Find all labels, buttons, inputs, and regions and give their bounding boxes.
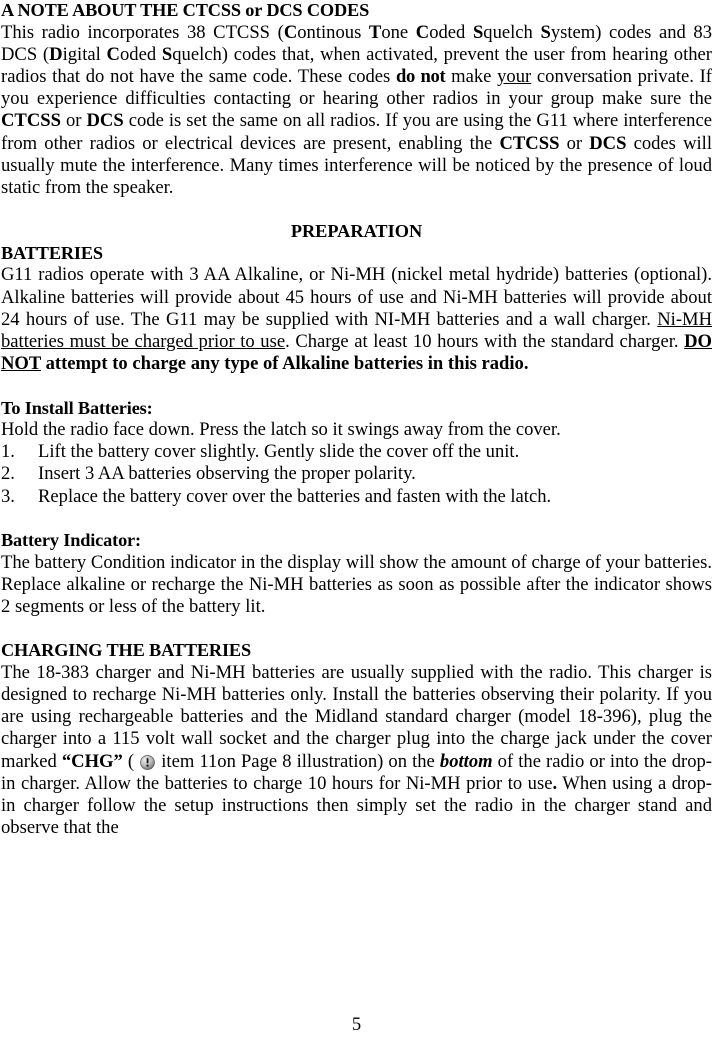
exclamation-circle-icon <box>140 754 156 770</box>
heading-batteries: BATTERIES <box>1 242 103 263</box>
document-page: A NOTE ABOUT THE CTCSS or DCS CODES This… <box>0 0 713 1049</box>
text-run: or <box>559 132 590 154</box>
emphasis-t: T <box>368 21 382 43</box>
emphasis-do-not: do not <box>396 65 446 87</box>
text-run: make <box>445 65 498 87</box>
heading-install-batteries: To Install Batteries: <box>1 397 153 418</box>
emphasis-dcs-2: DCS <box>589 132 627 154</box>
list-item-number: 1. <box>1 441 15 463</box>
paragraph-batteries: G11 radios operate with 3 AA Alkaline, o… <box>1 264 712 375</box>
text-run: This radio incorporates 38 CTCSS ( <box>1 21 284 43</box>
text-run: ( <box>122 750 140 772</box>
list-item-number: 3. <box>1 485 15 507</box>
text-run: or <box>60 110 87 132</box>
paragraph-install-intro: Hold the radio face down. Press the latc… <box>1 419 561 441</box>
paragraph-battery-indicator: The battery Condition indicator in the d… <box>1 551 712 617</box>
page-number: 5 <box>351 1014 362 1035</box>
text-run: one <box>381 21 416 43</box>
emphasis-sy: S <box>540 21 551 43</box>
paragraph-charging: The 18-383 charger and Ni-MH batteries a… <box>1 662 712 840</box>
list-item-label: Insert 3 AA batteries observing the prop… <box>38 463 416 485</box>
text-run: quelch <box>483 21 541 43</box>
heading-battery-indicator: Battery Indicator: <box>1 530 141 551</box>
emphasis-chg-label: “CHG” <box>61 750 123 772</box>
emphasis-c2: C <box>415 21 430 43</box>
emphasis-alkaline-warning: attempt to charge any type of Alkaline b… <box>40 353 529 375</box>
emphasis-your: your <box>497 65 532 87</box>
emphasis-bottom: bottom <box>439 750 493 772</box>
text-run: G11 radios operate with 3 AA Alkaline, o… <box>1 264 712 330</box>
emphasis-c3: C <box>106 43 120 65</box>
text-run: item 11on Page 8 illustration) on the <box>156 750 440 772</box>
list-item-label: Replace the battery cover over the batte… <box>38 485 552 507</box>
text-run: oded <box>119 43 162 65</box>
list-item-label: Lift the battery cover slightly. Gently … <box>38 441 520 463</box>
list-item-number: 2. <box>1 463 15 485</box>
text-run: . Charge at least 10 hours with the stan… <box>285 330 685 352</box>
emphasis-s: S <box>472 21 484 43</box>
heading-charging-batteries: CHARGING THE BATTERIES <box>1 640 251 661</box>
text-run: oded <box>429 21 473 43</box>
emphasis-s2: S <box>161 43 173 65</box>
emphasis-ctcss-2: CTCSS <box>499 132 560 154</box>
emphasis-ctcss-1: CTCSS <box>1 110 61 132</box>
text-run: ontinous <box>297 21 369 43</box>
emphasis-d: D <box>49 43 63 65</box>
list-item: 1. Lift the battery cover slightly. Gentl… <box>1 441 712 463</box>
emphasis-dcs-1: DCS <box>86 110 124 132</box>
paragraph-ctcss-note: This radio incorporates 38 CTCSS (Contin… <box>1 22 712 200</box>
text-run: igital <box>62 43 107 65</box>
heading-preparation: PREPARATION <box>290 221 423 242</box>
list-item: 2. Insert 3 AA batteries observing the pr… <box>1 463 712 485</box>
list-item: 3. Replace the battery cover over the bat… <box>1 486 712 508</box>
emphasis-c: C <box>283 21 298 43</box>
install-steps-list: 1. Lift the battery cover slightly. Gentl… <box>1 441 712 508</box>
heading-ctcss-note: A NOTE ABOUT THE CTCSS or DCS CODES <box>1 0 370 20</box>
